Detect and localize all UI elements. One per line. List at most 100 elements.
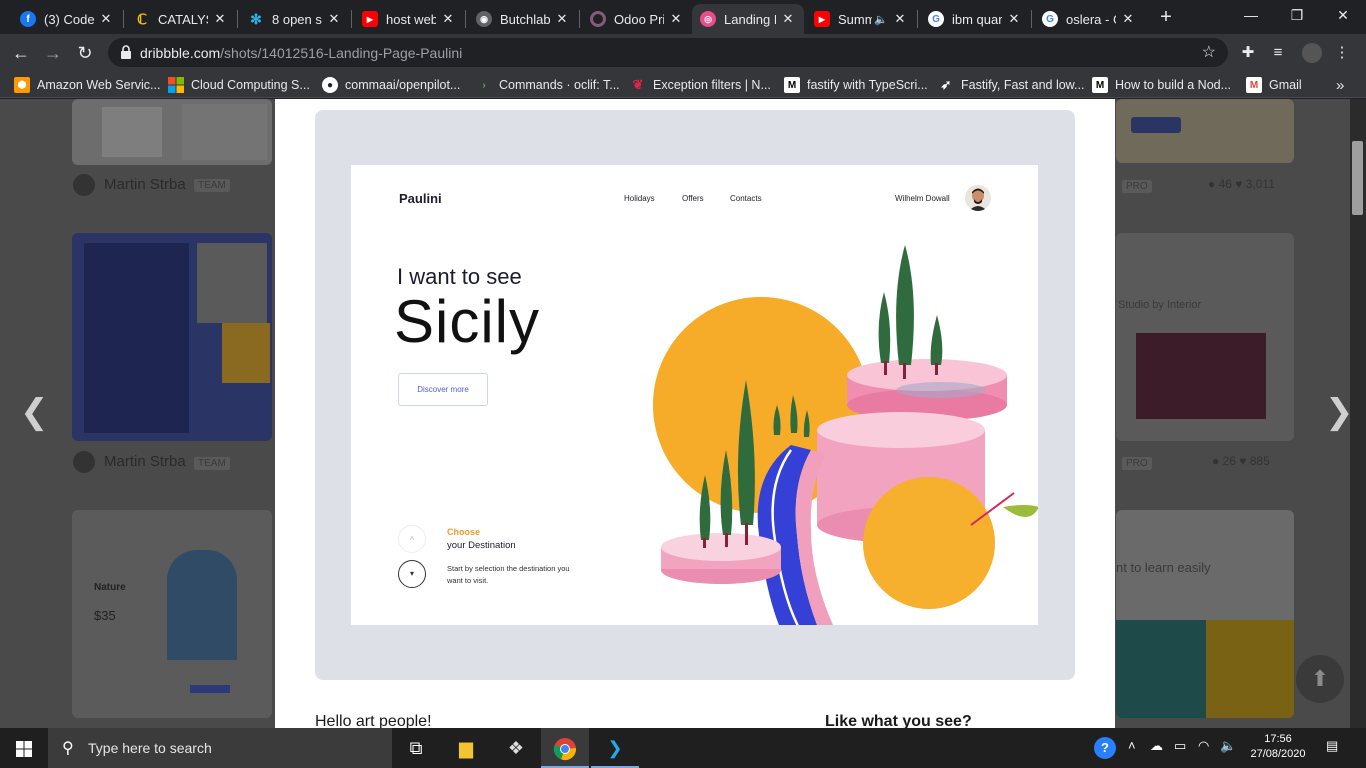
close-icon[interactable]: ✕ xyxy=(668,11,684,27)
background-shot-card[interactable] xyxy=(72,233,272,441)
bookmarks-overflow-button[interactable]: » xyxy=(1336,76,1344,94)
volume-icon[interactable]: 🔈 xyxy=(1220,738,1236,754)
lock-icon xyxy=(121,45,131,59)
medium-icon: M xyxy=(1092,77,1108,93)
chrome-taskbar-icon[interactable] xyxy=(541,728,589,768)
bookmark-nestjs[interactable]: ❦ Exception filters | N... xyxy=(630,76,771,94)
vscode-icon[interactable]: ❯ xyxy=(591,728,639,768)
close-icon[interactable]: ✕ xyxy=(892,11,908,27)
wifi-icon[interactable]: ◠ xyxy=(1198,738,1209,754)
taskbar-clock[interactable]: 17:56 27/08/2020 xyxy=(1248,732,1308,762)
previous-shot-arrow[interactable]: ❮ xyxy=(20,392,49,432)
tab-oslera[interactable]: G oslera - G ✕ xyxy=(1034,4,1144,34)
close-icon[interactable]: ✕ xyxy=(1006,11,1022,27)
comments-count: ● 26 ♥ 885 xyxy=(1212,454,1270,468)
microsoft-icon xyxy=(168,77,184,93)
bookmark-oclif[interactable]: › Commands · oclif: T... xyxy=(476,76,619,94)
close-icon[interactable]: ✕ xyxy=(98,11,114,27)
minimize-button[interactable]: — xyxy=(1228,4,1274,26)
close-icon[interactable]: ✕ xyxy=(326,11,342,27)
globe-icon: ◉ xyxy=(476,11,492,27)
back-to-top-button[interactable]: ⬆ xyxy=(1296,655,1344,703)
file-explorer-icon[interactable]: ▆ xyxy=(442,728,490,768)
tab-summ[interactable]: ▶ Summ 🔈 ✕ xyxy=(806,4,916,34)
windows-start-icon[interactable] xyxy=(0,728,48,768)
oclif-icon: › xyxy=(482,79,486,91)
page-content: Martin Strba TEAM Martin Strba TEAM Natu… xyxy=(0,99,1350,728)
shot-choose-label: Choose xyxy=(447,527,481,537)
bookmark-gmail[interactable]: M Gmail xyxy=(1246,76,1302,94)
shot-image[interactable]: Paulini Holidays Offers Contacts Wilhelm… xyxy=(351,165,1038,625)
onedrive-icon[interactable]: ☁ xyxy=(1150,738,1163,754)
github-icon: ● xyxy=(322,77,338,93)
google-icon: G xyxy=(928,11,944,27)
close-icon[interactable]: ✕ xyxy=(780,11,796,27)
scrollbar-thumb[interactable] xyxy=(1352,141,1363,215)
background-shot-card[interactable]: Studio by Interior xyxy=(1116,233,1294,441)
media-control-icon[interactable]: ≡ xyxy=(1266,41,1290,65)
bookmark-fastify-typescript[interactable]: M fastify with TypeScri... xyxy=(784,76,928,94)
avatar[interactable] xyxy=(73,451,95,473)
taskbar-search-box[interactable]: ⚲ Type here to search xyxy=(48,728,392,768)
speaker-icon[interactable]: 🔈 xyxy=(874,13,888,26)
reload-button[interactable]: ↻ xyxy=(72,40,98,66)
team-badge: TEAM xyxy=(194,179,230,192)
search-icon: ⚲ xyxy=(62,740,74,757)
new-tab-button[interactable]: + xyxy=(1154,6,1178,30)
notifications-icon[interactable]: ▤ xyxy=(1326,738,1338,754)
address-bar[interactable]: dribbble.com/shots/14012516-Landing-Page… xyxy=(108,38,1228,67)
tab-odoo[interactable]: Odoo Pri ✕ xyxy=(582,4,692,34)
background-shot-card[interactable]: Nature $35 xyxy=(72,510,272,718)
tab-codel[interactable]: f (3) Codel ✕ xyxy=(12,4,122,34)
forward-button[interactable]: → xyxy=(40,40,66,66)
gmail-icon: M xyxy=(1246,77,1262,93)
like-what-you-see-heading: Like what you see? xyxy=(825,713,972,728)
bookmark-star-icon[interactable]: ☆ xyxy=(1202,42,1216,62)
close-window-button[interactable]: ✕ xyxy=(1320,4,1366,26)
greeting-text: Hello art people! xyxy=(315,713,432,728)
youtube-icon: ▶ xyxy=(814,11,830,27)
shot-up-arrow-icon: ˄ xyxy=(398,525,426,553)
background-shot-card[interactable] xyxy=(72,99,272,165)
bookmark-fastify[interactable]: ➶ Fastify, Fast and low... xyxy=(938,76,1085,94)
profile-avatar[interactable] xyxy=(1300,41,1324,65)
help-icon[interactable]: ? xyxy=(1094,737,1116,759)
shot-modal: Paulini Holidays Offers Contacts Wilhelm… xyxy=(275,99,1115,728)
pro-badge: PRO xyxy=(1122,457,1152,470)
tab-strip: f (3) Codel ✕ ℂ CATALYST ✕ ✻ 8 open sc ✕… xyxy=(0,0,1366,34)
close-icon[interactable]: ✕ xyxy=(554,11,570,27)
bookmark-build-node[interactable]: M How to build a Nod... xyxy=(1092,76,1231,94)
tab-butchlab[interactable]: ◉ Butchlab ✕ xyxy=(468,4,578,34)
facebook-icon: f xyxy=(20,11,36,27)
background-shot-card[interactable]: nt to learn easily xyxy=(1116,510,1294,718)
extensions-icon[interactable]: ✚ xyxy=(1236,41,1260,65)
menu-icon[interactable]: ⋮ xyxy=(1330,41,1354,65)
author-name[interactable]: Martin Strba xyxy=(104,176,186,193)
tab-open-source[interactable]: ✻ 8 open sc ✕ xyxy=(240,4,350,34)
background-shot-card[interactable] xyxy=(1116,99,1294,163)
dropbox-icon[interactable]: ❖ xyxy=(492,728,540,768)
close-icon[interactable]: ✕ xyxy=(440,11,456,27)
back-button[interactable]: ← xyxy=(8,40,34,66)
close-icon[interactable]: ✕ xyxy=(212,11,228,27)
windows-taskbar: ⚲ Type here to search ⧉ ▆ ❖ ❯ ? ˄ ☁ ▭ ◠ … xyxy=(0,728,1366,768)
next-shot-arrow[interactable]: ❯ xyxy=(1325,392,1350,432)
tab-ibm-quantum[interactable]: G ibm quan ✕ xyxy=(920,4,1030,34)
odoo-icon xyxy=(590,11,606,27)
google-icon: G xyxy=(1042,11,1058,27)
avatar[interactable] xyxy=(73,174,95,196)
bookmark-cloud-computing[interactable]: Cloud Computing S... xyxy=(168,76,310,94)
medium-icon: M xyxy=(784,77,800,93)
restore-button[interactable]: ❐ xyxy=(1274,4,1320,26)
chevron-up-icon[interactable]: ˄ xyxy=(1128,738,1136,753)
tab-host-web[interactable]: ▶ host web ✕ xyxy=(354,4,464,34)
battery-icon[interactable]: ▭ xyxy=(1174,738,1186,754)
youtube-icon: ▶ xyxy=(362,11,378,27)
bookmark-openpilot[interactable]: ● commaai/openpilot... xyxy=(322,76,460,94)
author-name[interactable]: Martin Strba xyxy=(104,453,186,470)
task-view-icon[interactable]: ⧉ xyxy=(392,728,440,768)
bookmark-aws[interactable]: ⬢ Amazon Web Servic... xyxy=(14,76,160,94)
close-icon[interactable]: ✕ xyxy=(1120,11,1136,27)
tab-landing-page[interactable]: ◎ Landing P ✕ xyxy=(692,4,804,34)
tab-catalyst[interactable]: ℂ CATALYST ✕ xyxy=(126,4,236,34)
